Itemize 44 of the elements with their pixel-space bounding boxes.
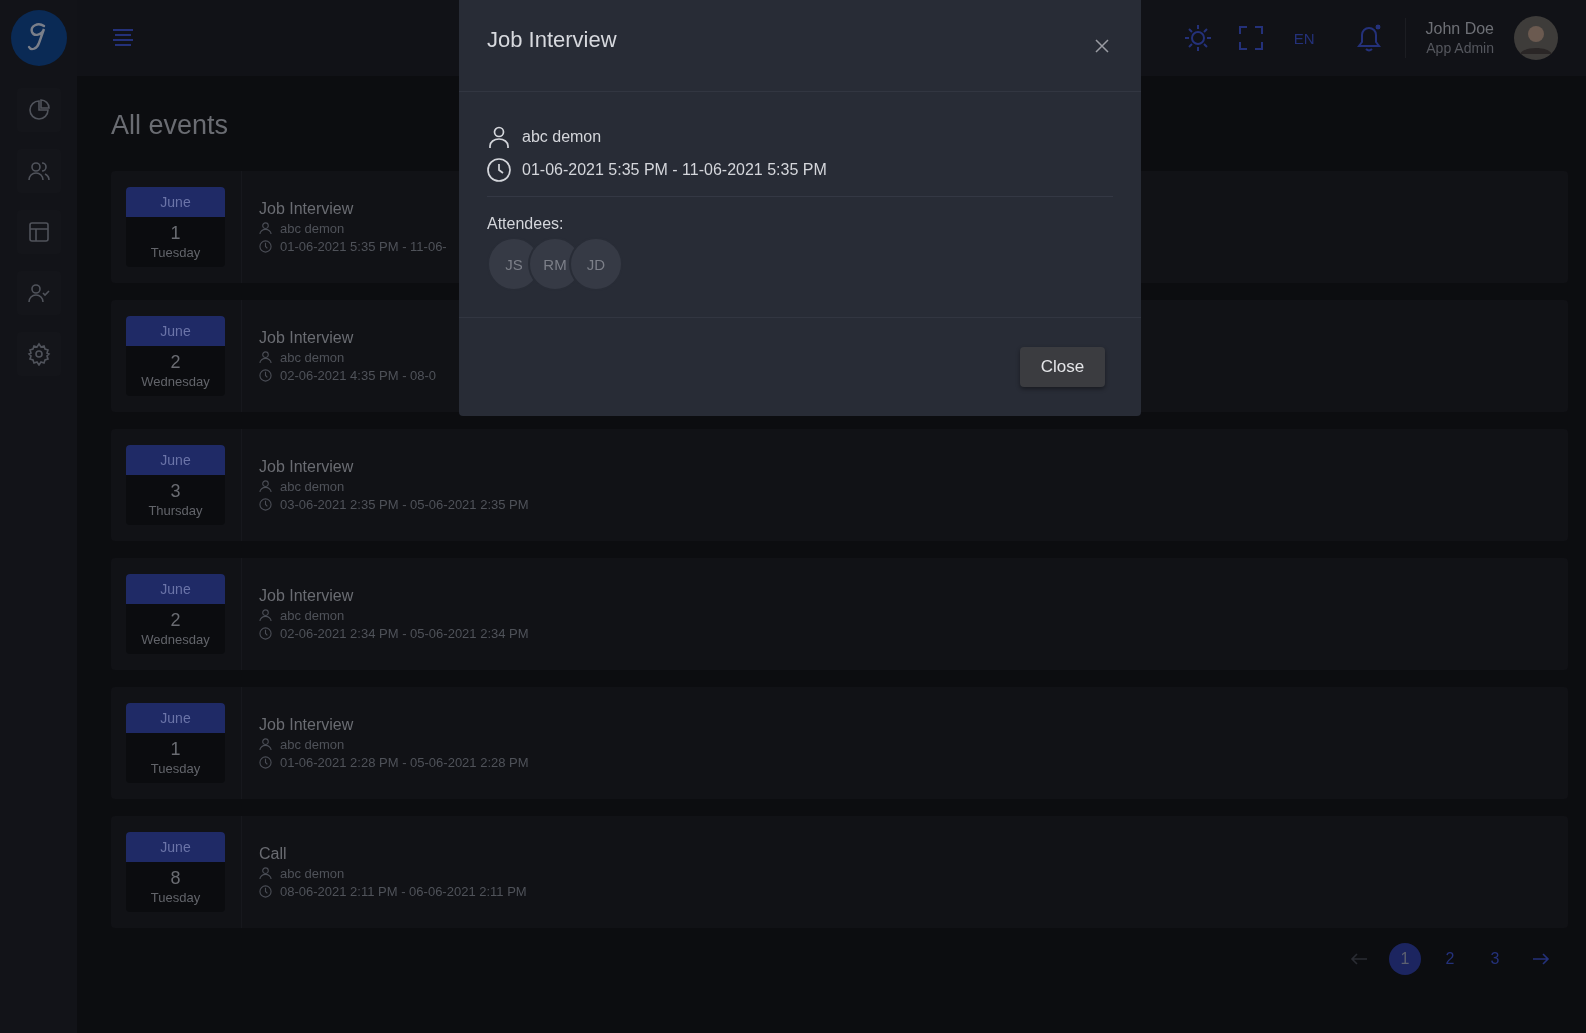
- day-number: 2: [170, 352, 181, 373]
- month-label: June: [126, 832, 225, 862]
- month-label: June: [126, 574, 225, 604]
- weekday-label: Tuesday: [150, 890, 201, 905]
- weekday-label: Wednesday: [141, 632, 210, 647]
- day-number: 2: [170, 610, 181, 631]
- event-title: Job Interview: [259, 200, 355, 218]
- day-number: 1: [170, 739, 181, 760]
- month-label: June: [126, 187, 225, 217]
- day-number: 3: [170, 481, 181, 502]
- user-role: App Admin: [1426, 40, 1494, 56]
- event-time: 02-06-2021 4:35 PM - 08-0: [280, 368, 437, 383]
- event-person: abc demon: [280, 608, 345, 623]
- event-person: abc demon: [280, 350, 345, 365]
- dialog-time: 01-06-2021 5:35 PM - 11-06-2021 5:35 PM: [522, 160, 827, 179]
- attendees-label: Attendees:: [487, 215, 565, 233]
- event-time: 01-06-2021 2:28 PM - 05-06-2021 2:28 PM: [280, 755, 529, 770]
- day-number: 1: [170, 223, 181, 244]
- dialog-person: abc demon: [522, 127, 602, 146]
- attendee-avatar: JD: [569, 237, 623, 291]
- weekday-label: Tuesday: [150, 761, 201, 776]
- event-time: 01-06-2021 5:35 PM - 11-06-: [280, 239, 447, 254]
- weekday-label: Tuesday: [150, 245, 201, 260]
- page-title: All events: [111, 110, 229, 141]
- month-label: June: [126, 445, 225, 475]
- event-title: Job Interview: [259, 458, 355, 476]
- month-label: June: [126, 316, 225, 346]
- event-person: abc demon: [280, 866, 345, 881]
- event-person: abc demon: [280, 737, 345, 752]
- event-person: abc demon: [280, 479, 345, 494]
- month-label: June: [126, 703, 225, 733]
- event-time: 08-06-2021 2:11 PM - 06-06-2021 2:11 PM: [280, 884, 527, 899]
- event-title: Call: [259, 845, 288, 863]
- event-title: Job Interview: [259, 587, 355, 605]
- event-title: Job Interview: [259, 716, 355, 734]
- dialog-title: Job Interview: [487, 26, 617, 53]
- user-name: John Doe: [1425, 20, 1494, 38]
- event-title: Job Interview: [259, 329, 355, 347]
- event-person: abc demon: [280, 221, 345, 236]
- weekday-label: Thursday: [148, 503, 203, 518]
- weekday-label: Wednesday: [141, 374, 210, 389]
- event-time: 02-06-2021 2:34 PM - 05-06-2021 2:34 PM: [280, 626, 529, 641]
- day-number: 8: [170, 868, 181, 889]
- event-time: 03-06-2021 2:35 PM - 05-06-2021 2:35 PM: [280, 497, 529, 512]
